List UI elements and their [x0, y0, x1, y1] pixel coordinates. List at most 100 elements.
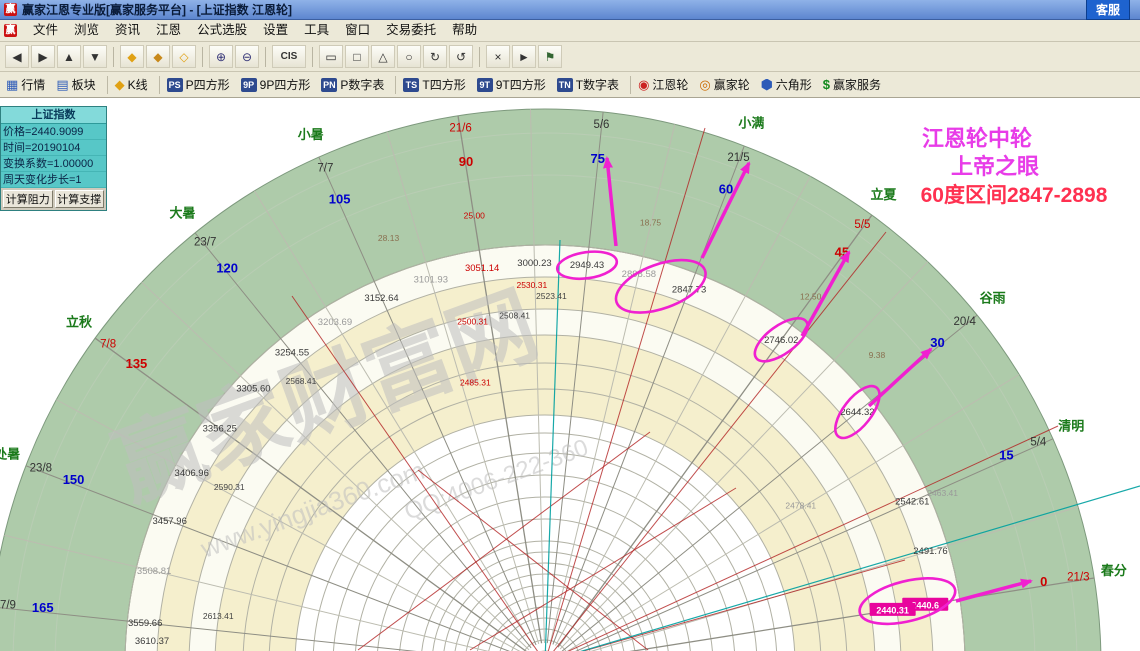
app-logo-icon: 赢 [4, 3, 17, 16]
toolbar-separator [265, 46, 266, 67]
toolbar-separator [479, 46, 480, 67]
toolbar-button[interactable]: ↻ [423, 45, 447, 68]
toolbar-button[interactable]: ◇ [172, 45, 196, 68]
svg-text:25.00: 25.00 [464, 211, 486, 221]
svg-text:2485.31: 2485.31 [460, 378, 491, 388]
toolbar-button[interactable]: ▼ [83, 45, 107, 68]
svg-text:2542.61: 2542.61 [895, 496, 929, 507]
mode-item-kline[interactable]: ◆ K线 [115, 76, 148, 93]
svg-text:2523.41: 2523.41 [536, 291, 567, 301]
svg-text:3101.93: 3101.93 [414, 275, 448, 286]
menu-item-gann[interactable]: 江恩 [148, 20, 189, 41]
title-bar: 赢 赢家江恩专业版[赢家服务平台] - [上证指数 江恩轮] 客服 [0, 0, 1140, 20]
winner-wheel-icon: ◎ [699, 76, 711, 92]
svg-text:0: 0 [1040, 574, 1047, 589]
svg-text:20/4: 20/4 [953, 316, 976, 328]
p-table-icon: PN [321, 77, 338, 92]
toolbar-button[interactable]: ▭ [319, 45, 343, 68]
toolbar-button[interactable]: ⊖ [235, 45, 259, 68]
mode-item-hexagon[interactable]: 六角形 [761, 76, 812, 93]
menu-logo-icon: 赢 [4, 24, 17, 37]
menu-item-browse[interactable]: 浏览 [66, 20, 107, 41]
toolbar-button[interactable]: △ [371, 45, 395, 68]
mode-item-p-square[interactable]: PS P四方形 [166, 76, 230, 93]
toolbar-button[interactable]: □ [345, 45, 369, 68]
toolbar-separator [312, 46, 313, 67]
toolbar-button[interactable]: ◀ [5, 45, 29, 68]
svg-text:2500.31: 2500.31 [457, 317, 488, 327]
menu-item-settings[interactable]: 设置 [255, 20, 296, 41]
gann-wheel-chart[interactable]: 赢家财富网www.yingjia360.comQQ:4006-222-3609.… [0, 98, 1140, 651]
menu-item-formula-picker[interactable]: 公式选股 [189, 20, 255, 41]
mode-label: T数字表 [575, 78, 620, 92]
svg-text:2491.76: 2491.76 [913, 546, 947, 557]
mode-item-9p-square[interactable]: 9P 9P四方形 [240, 76, 310, 93]
svg-text:3610.37: 3610.37 [135, 636, 169, 647]
mode-item-sectors[interactable]: ▤ 板块 [56, 76, 95, 93]
mode-item-t-square[interactable]: TS T四方形 [403, 76, 466, 93]
mode-item-t-table[interactable]: TN T数字表 [556, 76, 620, 93]
calc-support-button[interactable]: 计算支撑 [54, 190, 104, 208]
svg-text:165: 165 [32, 600, 54, 615]
menu-item-file[interactable]: 文件 [25, 20, 66, 41]
menu-item-trading[interactable]: 交易委托 [378, 20, 444, 41]
svg-text:立夏: 立夏 [871, 187, 898, 202]
index-name: 上证指数 [1, 107, 106, 124]
index-info-panel: 上证指数 价格=2440.9099 时间=20190104 变换系数=1.000… [0, 106, 107, 211]
toolbar-button[interactable]: ○ [397, 45, 421, 68]
menu-item-help[interactable]: 帮助 [444, 20, 485, 41]
svg-text:23/8: 23/8 [30, 462, 52, 474]
toolbar-separator [113, 46, 114, 67]
time-row: 时间=20190104 [1, 140, 106, 156]
menu-item-window[interactable]: 窗口 [337, 20, 378, 41]
toolbar-button[interactable]: ► [512, 45, 536, 68]
svg-text:135: 135 [126, 356, 148, 371]
toolbar-button[interactable]: ↺ [449, 45, 473, 68]
svg-text:21/6: 21/6 [449, 123, 471, 135]
calc-resistance-button[interactable]: 计算阻力 [3, 190, 53, 208]
toolbar-button[interactable]: ⚑ [538, 45, 562, 68]
quotes-icon: ▦ [6, 76, 19, 92]
svg-text:21/5: 21/5 [727, 152, 749, 164]
mode-item-winner-service[interactable]: $ 赢家服务 [823, 76, 881, 93]
price-row: 价格=2440.9099 [1, 124, 106, 140]
svg-text:2530.31: 2530.31 [516, 280, 547, 290]
svg-text:75: 75 [591, 151, 605, 166]
svg-text:90: 90 [459, 154, 473, 169]
mode-item-p-table[interactable]: PN P数字表 [321, 76, 384, 93]
toolbar-button[interactable]: ▲ [57, 45, 81, 68]
svg-text:2590.31: 2590.31 [214, 482, 245, 492]
svg-text:3406.96: 3406.96 [175, 468, 209, 479]
wheel-annotations: 江恩轮中轮上帝之眼 60度区间2847-2898 [921, 126, 1108, 207]
svg-text:2463.41: 2463.41 [927, 488, 958, 498]
svg-text:2613.41: 2613.41 [203, 611, 234, 621]
menu-item-news[interactable]: 资讯 [107, 20, 148, 41]
mode-item-9t-square[interactable]: 9T 9T四方形 [476, 76, 546, 93]
mode-separator [106, 75, 108, 94]
toolbar-button[interactable]: ◆ [120, 45, 144, 68]
menu-item-tools[interactable]: 工具 [296, 20, 337, 41]
toolbar-button[interactable]: ⊕ [209, 45, 233, 68]
mode-separator [158, 75, 160, 94]
mode-label: 板块 [71, 78, 96, 92]
svg-text:小暑: 小暑 [298, 127, 324, 142]
svg-text:28.13: 28.13 [378, 233, 400, 243]
toolbar-button[interactable]: CIS [272, 45, 306, 68]
svg-text:23/7: 23/7 [194, 236, 216, 248]
mode-item-quotes[interactable]: ▦ 行情 [6, 76, 45, 93]
svg-text:15: 15 [999, 448, 1013, 463]
customer-service-button[interactable]: 客服 [1085, 0, 1130, 20]
chart-area: 赢家财富网 www.yingjia360.com QQ:4006-222-360 9.… [0, 98, 1140, 651]
mode-item-winner-wheel[interactable]: ◎ 赢家轮 [699, 76, 749, 93]
calc-buttons: 计算阻力 计算支撑 [1, 188, 106, 210]
step-row: 周天变化步长=1 [1, 172, 106, 188]
svg-text:处暑: 处暑 [0, 447, 20, 462]
toolbar-separator [202, 46, 203, 67]
mode-label: 赢家轮 [713, 78, 750, 92]
mode-bar: ▦ 行情 ▤ 板块 ◆ K线 PS P四方形 9P 9P四方形 PN P数字表 TS T四方形 9T 9T四方… [0, 72, 1140, 98]
svg-text:3356.25: 3356.25 [203, 424, 237, 435]
toolbar-button[interactable]: ◆ [146, 45, 170, 68]
mode-item-gann-wheel[interactable]: ◉ 江恩轮 [638, 76, 688, 93]
toolbar-button[interactable]: ▶ [31, 45, 55, 68]
toolbar-button[interactable]: × [486, 45, 510, 68]
